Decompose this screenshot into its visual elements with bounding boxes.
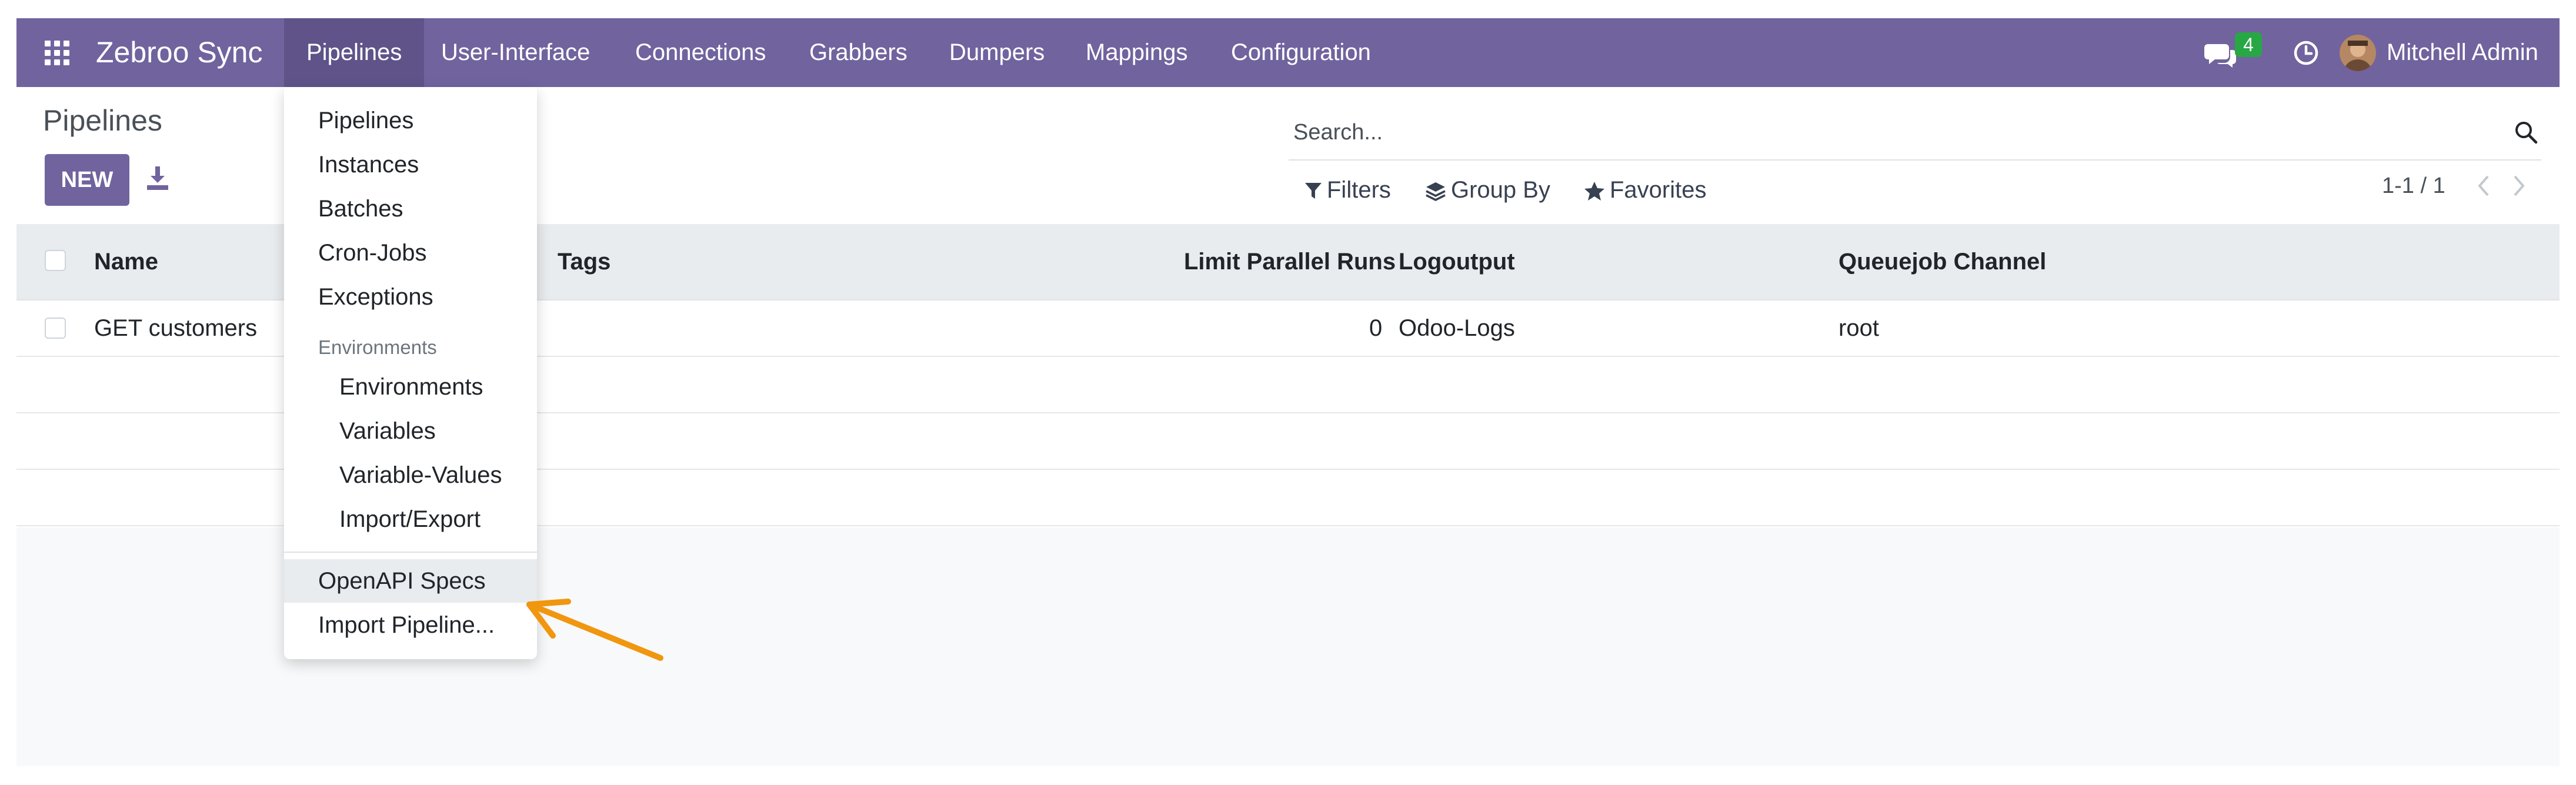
menu-item-openapi-specs[interactable]: OpenAPI Specs: [284, 559, 537, 603]
message-count-badge: 4: [2235, 32, 2262, 57]
cell-name: GET customers: [94, 315, 258, 341]
column-header-queuejob-channel[interactable]: Queuejob Channel: [1838, 224, 2046, 299]
search-icon[interactable]: [2513, 119, 2539, 145]
pager-previous-icon[interactable]: [2475, 173, 2492, 199]
search-input[interactable]: [1293, 117, 2411, 148]
menu-grabbers[interactable]: Grabbers: [809, 18, 907, 87]
menu-dumpers[interactable]: Dumpers: [949, 18, 1045, 87]
select-all-checkbox[interactable]: [45, 250, 66, 271]
top-navbar: Zebroo Sync Pipelines User-Interface Con…: [16, 18, 2560, 87]
cell-logoutput: Odoo-Logs: [1399, 315, 1515, 341]
search-bar: [1289, 103, 2541, 161]
menu-item-import-export[interactable]: Import/Export: [284, 497, 537, 541]
column-header-tags[interactable]: Tags: [558, 224, 610, 299]
menu-user-interface[interactable]: User-Interface: [441, 18, 590, 87]
app-brand[interactable]: Zebroo Sync: [96, 18, 262, 87]
menu-mappings[interactable]: Mappings: [1086, 18, 1187, 87]
menu-item-exceptions[interactable]: Exceptions: [284, 275, 537, 319]
group-by-label: Group By: [1451, 177, 1550, 203]
menu-item-environments[interactable]: Environments: [284, 365, 537, 409]
menu-pipelines[interactable]: Pipelines: [284, 18, 425, 87]
new-button[interactable]: NEW: [45, 154, 129, 206]
group-by-button[interactable]: Group By: [1425, 172, 1550, 208]
favorites-label: Favorites: [1610, 177, 1707, 203]
menu-item-batches[interactable]: Batches: [284, 187, 537, 231]
apps-menu-icon[interactable]: [45, 41, 69, 65]
menu-item-import-pipeline[interactable]: Import Pipeline...: [284, 603, 537, 647]
menu-item-instances[interactable]: Instances: [284, 143, 537, 186]
menu-divider: [284, 552, 537, 553]
menu-item-cron-jobs[interactable]: Cron-Jobs: [284, 231, 537, 275]
menu-item-variable-values[interactable]: Variable-Values: [284, 453, 537, 497]
row-checkbox[interactable]: [45, 318, 66, 339]
app-window: Zebroo Sync Pipelines User-Interface Con…: [16, 18, 2560, 766]
filters-label: Filters: [1327, 177, 1391, 203]
user-avatar[interactable]: [2340, 35, 2376, 71]
menu-item-pipelines[interactable]: Pipelines: [284, 99, 537, 142]
breadcrumb-title: Pipelines: [43, 104, 162, 137]
annotation-arrow-icon: [526, 599, 663, 661]
pipelines-dropdown-menu: Pipelines Instances Batches Cron-Jobs Ex…: [284, 87, 537, 659]
star-icon: [1584, 182, 1604, 201]
cell-queuejob-channel: root: [1838, 315, 1879, 341]
column-header-name[interactable]: Name: [94, 224, 158, 299]
user-menu[interactable]: Mitchell Admin: [2387, 18, 2538, 87]
cell-limit-parallel-runs: 0: [1369, 315, 1383, 341]
menu-configuration[interactable]: Configuration: [1231, 18, 1371, 87]
menu-section-environments: Environments: [318, 336, 437, 358]
pager-next-icon[interactable]: [2510, 173, 2528, 199]
filters-button[interactable]: Filters: [1304, 172, 1391, 208]
menu-connections[interactable]: Connections: [635, 18, 766, 87]
column-header-limit-parallel-runs[interactable]: Limit Parallel Runs: [1184, 224, 1396, 299]
chat-icon[interactable]: [2204, 42, 2237, 68]
menu-item-variables[interactable]: Variables: [284, 409, 537, 453]
clock-icon[interactable]: [2293, 39, 2320, 66]
favorites-button[interactable]: Favorites: [1584, 172, 1707, 208]
column-header-logoutput[interactable]: Logoutput: [1399, 224, 1515, 299]
pager-value[interactable]: 1-1 / 1: [2382, 168, 2445, 203]
layers-icon: [1426, 182, 1446, 202]
download-icon[interactable]: [146, 165, 169, 191]
filter-icon: [1305, 183, 1322, 199]
